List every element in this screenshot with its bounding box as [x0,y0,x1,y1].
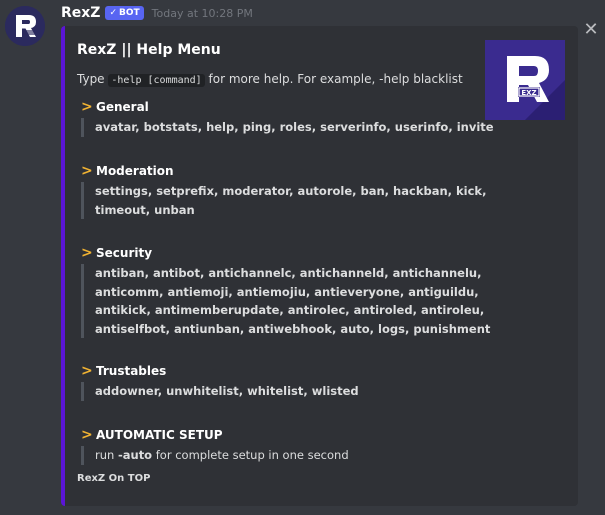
field-security: > Security antiban, antibot, antichannel… [81,244,490,338]
run-prefix: run [95,448,118,462]
description-suffix: for more help. For example, -help blackl… [204,72,463,86]
chat-message: RexZ ✓ BOT Today at 10:28 PM ✕ RexZ || H… [0,0,605,515]
bot-badge: ✓ BOT [105,6,144,20]
embed-description: Type -help [command] for more help. For … [77,72,463,87]
field-title: > AUTOMATIC SETUP [81,426,349,444]
svg-text:EXZ: EXZ [521,89,536,97]
message-header: RexZ ✓ BOT Today at 10:28 PM [61,3,253,23]
field-name: Security [96,246,153,260]
field-value: settings, setprefix, moderator, autorole… [81,182,486,219]
author-name[interactable]: RexZ [61,5,100,21]
field-general: > General avatar, botstats, help, ping, … [81,98,494,137]
field-value: run -auto for complete setup in one seco… [81,446,349,465]
field-name: AUTOMATIC SETUP [96,428,223,442]
avatar[interactable] [5,6,45,46]
field-name: General [96,100,149,114]
field-moderation: > Moderation settings, setprefix, modera… [81,162,486,219]
field-title: > General [81,98,494,116]
field-name: Trustables [96,364,167,378]
run-command: -auto [117,448,153,462]
embed-title: RexZ || Help Menu [77,42,221,58]
field-line: avatar, botstats, help, ping, roles, ser… [95,120,494,134]
field-line: anticomm, antiemoji, antiemojiu, antieve… [95,284,479,299]
field-trustables: > Trustables addowner, unwhitelist, whit… [81,362,359,401]
description-prefix: Type [77,72,109,86]
field-title: > Moderation [81,162,486,180]
field-line: timeout, unban [95,202,195,217]
chevron-right-icon: > [81,363,93,379]
timestamp: Today at 10:28 PM [151,6,253,20]
inline-code: -help [command] [108,74,205,87]
field-title: > Security [81,244,490,262]
field-line: settings, setprefix, moderator, autorole… [95,184,487,198]
field-value: antiban, antibot, antichannelc, antichan… [81,264,490,338]
field-line: antiselfbot, antiunban, antiwebhook, aut… [95,321,491,336]
run-suffix: for complete setup in one second [152,448,349,462]
rexz-thumbnail-logo: EXZ [485,40,565,120]
rexz-logo-icon [5,6,45,46]
field-automatic-setup: > AUTOMATIC SETUP run -auto for complete… [81,426,349,465]
chevron-right-icon: > [81,427,93,443]
field-line: antikick, antimemberupdate, antirolec, a… [95,303,485,317]
field-title: > Trustables [81,362,359,380]
embed-footer: RexZ On TOP [77,473,151,484]
field-value: addowner, unwhitelist, whitelist, wliste… [81,382,359,401]
bot-badge-label: BOT [119,8,140,18]
chevron-right-icon: > [81,163,93,179]
field-name: Moderation [96,164,174,178]
field-line: antiban, antibot, antichannelc, antichan… [95,266,482,280]
embed-thumbnail[interactable]: EXZ [485,40,565,120]
check-icon: ✓ [109,8,118,18]
field-value: avatar, botstats, help, ping, roles, ser… [81,118,494,137]
field-line: addowner, unwhitelist, whitelist, wliste… [95,384,359,398]
chevron-right-icon: > [81,245,93,261]
close-icon[interactable]: ✕ [583,21,599,39]
embed: RexZ || Help Menu Type -help [command] f… [61,26,578,506]
chevron-right-icon: > [81,99,93,115]
